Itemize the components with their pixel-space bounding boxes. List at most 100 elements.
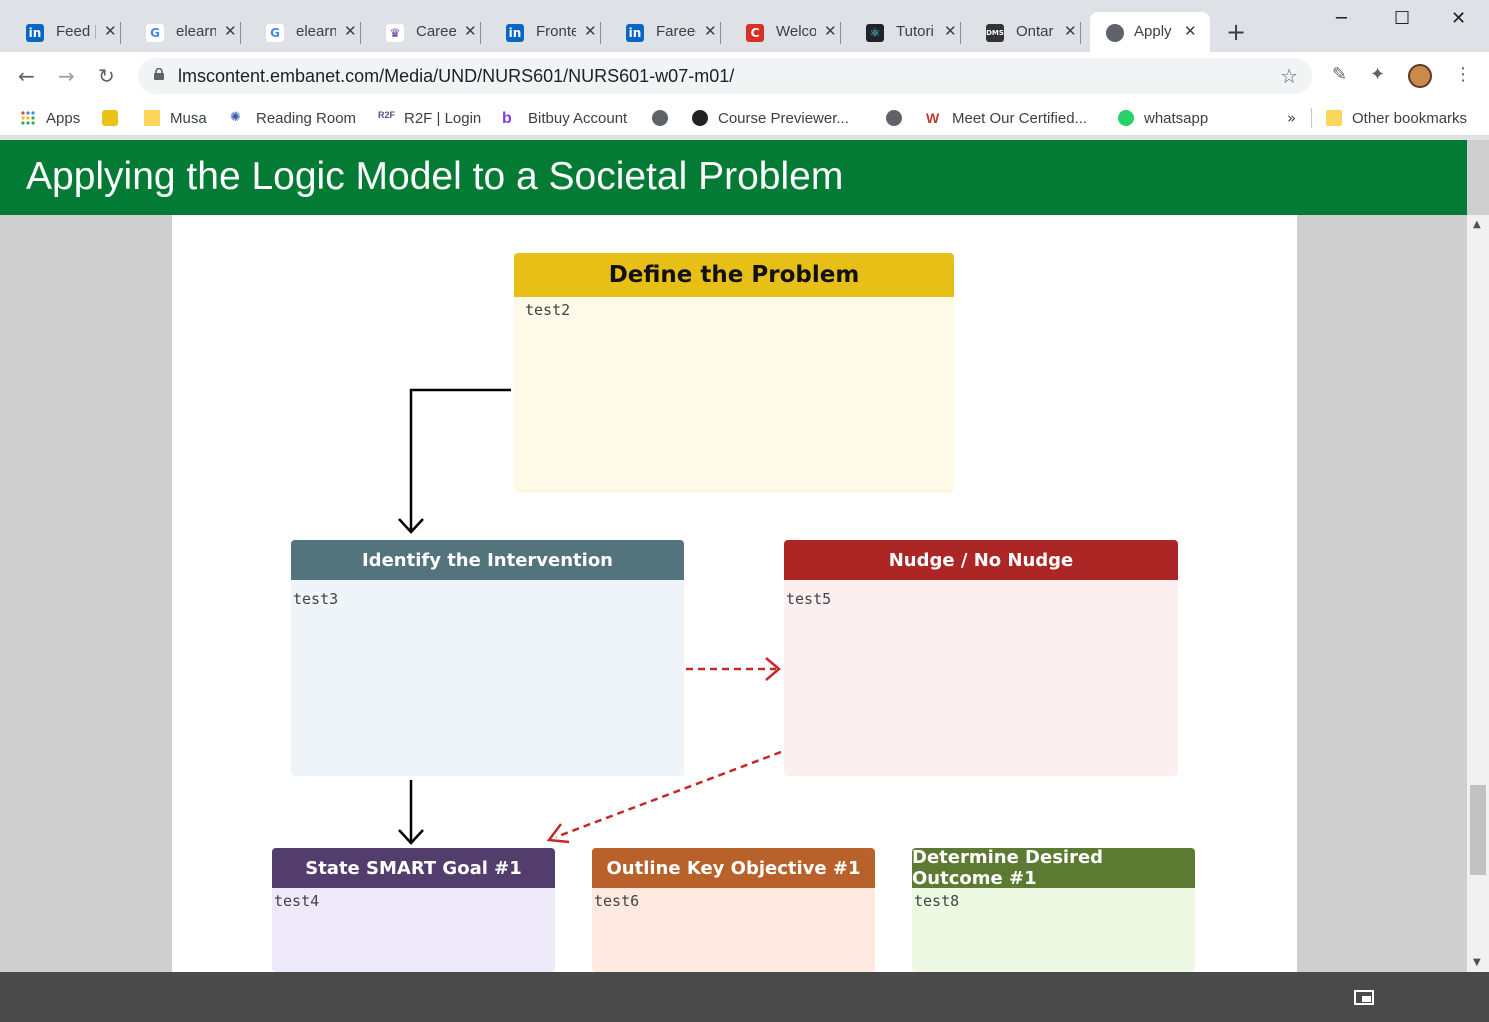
reload-icon[interactable]: ↻ [98,64,115,88]
bitbuy-icon: b [502,110,512,127]
tab-frontend[interactable]: in Fronte ✕ [480,12,601,52]
card-smart-goal-title: State SMART Goal #1 [272,848,555,888]
tab-apply-active[interactable]: Apply ✕ [1090,12,1210,52]
google-icon: G [146,24,164,42]
bookmark-r2f-login[interactable]: R2F R2F | Login [378,107,481,129]
eyedropper-icon[interactable]: ✎ [1332,64,1347,85]
scroll-up-arrow-icon[interactable]: ▲ [1473,219,1481,230]
card-desired-outcome[interactable]: Determine Desired Outcome #1 test8 [912,848,1195,972]
card-smart-goal-text[interactable]: test4 [272,888,555,914]
linkedin-icon: in [506,24,524,42]
globe-icon [1106,24,1124,42]
card-nudge-text[interactable]: test5 [784,580,1178,618]
card-key-objective[interactable]: Outline Key Objective #1 test6 [592,848,875,972]
new-tab-button[interactable]: + [1226,18,1246,46]
tab-ontario[interactable]: DMS Ontar ✕ [960,12,1081,52]
scroll-down-arrow-icon[interactable]: ▼ [1473,957,1481,968]
tab-strip: in Feed | ✕ G elearn ✕ G elearn ✕ ♛ Care… [0,0,1489,52]
url-text[interactable]: lmscontent.embanet.com/Media/UND/NURS601… [178,66,734,87]
globe-icon [886,110,902,126]
bookmark-globe-2[interactable] [886,107,912,129]
tab-fareed[interactable]: in Fareed ✕ [600,12,721,52]
bookmark-apps[interactable]: Apps [20,107,80,129]
r2f-icon: R2F [378,110,396,120]
close-window-icon[interactable]: ✕ [1451,8,1466,29]
bookmark-other[interactable]: Other bookmarks [1326,107,1467,129]
certified-icon: W [926,110,940,126]
apps-grid-icon [21,111,35,125]
linkedin-icon: in [626,24,644,42]
profile-avatar[interactable] [1408,64,1432,88]
card-desired-outcome-text[interactable]: test8 [912,888,1195,914]
bookmark-globe-1[interactable] [652,107,678,129]
card-smart-goal[interactable]: State SMART Goal #1 test4 [272,848,555,972]
google-icon: G [266,24,284,42]
maximize-icon[interactable]: ☐ [1394,8,1410,29]
close-icon[interactable]: ✕ [584,22,597,40]
close-icon[interactable]: ✕ [224,22,237,40]
player-bottom-bar [0,972,1489,1022]
close-icon[interactable]: ✕ [944,22,957,40]
dms-icon: DMS [986,24,1004,42]
folder-icon [144,110,160,126]
reading-room-icon: ✺ [230,110,241,125]
university-icon: ♛ [386,24,404,42]
fullscreen-icon[interactable] [1354,990,1374,1005]
folder-icon [1326,110,1342,126]
card-desired-outcome-title: Determine Desired Outcome #1 [912,848,1195,889]
forward-icon[interactable]: → [58,64,75,88]
tab-welcome[interactable]: C Welco ✕ [720,12,841,52]
card-nudge[interactable]: Nudge / No Nudge test5 [784,540,1178,776]
close-icon[interactable]: ✕ [464,22,477,40]
close-icon[interactable]: ✕ [1064,22,1077,40]
browser-toolbar: ← → ↻ lmscontent.embanet.com/Media/UND/N… [0,52,1489,100]
bookmark-musa[interactable]: Musa [144,107,207,129]
bookmark-course-previewer[interactable]: Course Previewer... [692,107,849,129]
turtle-icon [102,110,118,126]
card-nudge-title: Nudge / No Nudge [784,540,1178,580]
page-title: Applying the Logic Model to a Societal P… [26,155,844,198]
tab-elearn-1[interactable]: G elearn ✕ [120,12,241,52]
bookmark-meet-certified[interactable]: W Meet Our Certified... [926,107,1087,129]
lock-icon [154,68,164,80]
course-previewer-icon [692,110,708,126]
card-define-problem[interactable]: Define the Problem test2 [514,253,954,493]
react-icon: ⚛ [866,24,884,42]
tab-careers[interactable]: ♛ Careers ✕ [360,12,481,52]
bookmark-star-icon[interactable]: ☆ [1280,64,1298,88]
card-identify-intervention-title: Identify the Intervention [291,540,684,580]
linkedin-icon: in [26,24,44,42]
bookmark-reading-room[interactable]: ✺ Reading Room [230,107,356,129]
page-scrollbar[interactable]: ▲ ▼ [1467,215,1489,972]
close-icon[interactable]: ✕ [104,22,117,40]
c-icon: C [746,24,764,42]
close-icon[interactable]: ✕ [1184,22,1197,40]
tab-feed[interactable]: in Feed | ✕ [0,12,121,52]
bookmark-whatsapp[interactable]: whatsapp [1118,107,1208,129]
scroll-thumb[interactable] [1470,785,1486,875]
globe-icon [652,110,668,126]
extensions-puzzle-icon[interactable]: ✦ [1370,64,1385,85]
card-key-objective-text[interactable]: test6 [592,888,875,914]
page-banner: Applying the Logic Model to a Societal P… [0,140,1467,215]
bookmarks-bar: Apps Musa ✺ Reading Room R2F R2F | Login… [0,100,1489,136]
minimize-icon[interactable]: ─ [1336,8,1347,29]
close-icon[interactable]: ✕ [824,22,837,40]
close-icon[interactable]: ✕ [344,22,357,40]
card-key-objective-title: Outline Key Objective #1 [592,848,875,888]
card-identify-intervention-text[interactable]: test3 [291,580,684,618]
address-bar[interactable]: lmscontent.embanet.com/Media/UND/NURS601… [138,58,1312,94]
page-viewport: Applying the Logic Model to a Societal P… [0,140,1489,1022]
whatsapp-icon [1118,110,1134,126]
back-icon[interactable]: ← [18,64,35,88]
menu-dots-icon[interactable]: ⋮ [1454,64,1472,85]
more-bookmarks-chevron-icon[interactable]: » [1287,107,1296,129]
bookmark-turtle[interactable] [102,107,128,129]
tab-tutorial[interactable]: ⚛ Tutori ✕ [840,12,961,52]
bookmark-bitbuy[interactable]: b Bitbuy Account [502,107,627,129]
card-identify-intervention[interactable]: Identify the Intervention test3 [291,540,684,776]
close-icon[interactable]: ✕ [704,22,717,40]
tab-elearn-2[interactable]: G elearn ✕ [240,12,361,52]
card-define-problem-text[interactable]: test2 [514,297,954,323]
card-define-problem-title: Define the Problem [514,253,954,297]
